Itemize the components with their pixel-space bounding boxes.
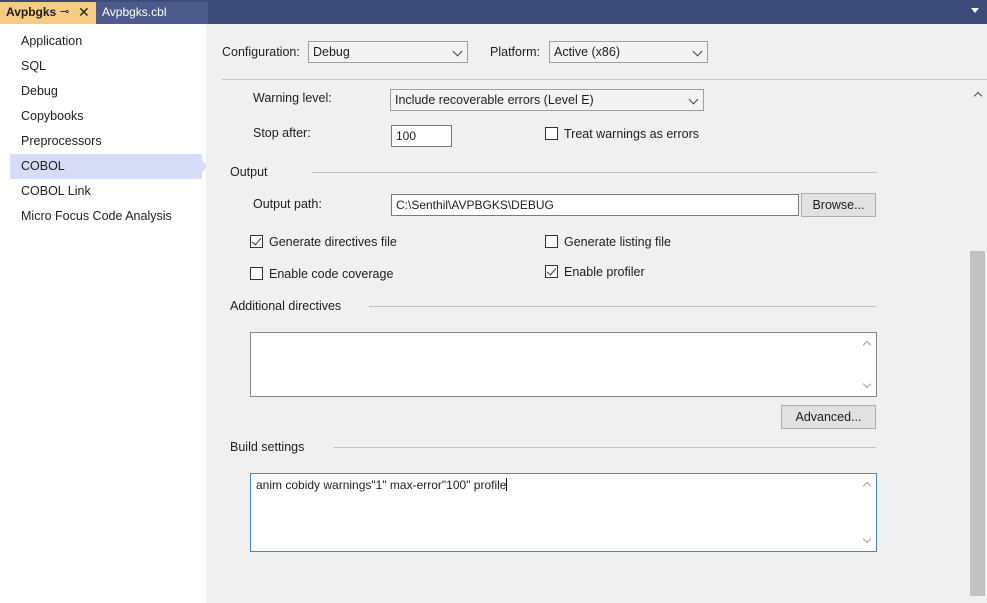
- stop-after-input[interactable]: 100: [391, 125, 452, 147]
- build-settings-title: Build settings: [230, 440, 305, 454]
- stop-after-label: Stop after:: [253, 126, 311, 140]
- scroll-down-icon[interactable]: [862, 379, 872, 389]
- browse-button[interactable]: Browse...: [801, 193, 876, 217]
- tab-label: Avpbgks: [6, 5, 57, 19]
- build-settings-divider: [334, 447, 876, 448]
- warning-level-label: Warning level:: [253, 91, 332, 105]
- chevron-down-icon: [692, 46, 703, 57]
- scroll-up-icon[interactable]: [862, 340, 872, 350]
- sidebar-item-preprocessors[interactable]: Preprocessors: [10, 129, 202, 154]
- sidebar-item-application[interactable]: Application: [10, 29, 202, 54]
- treat-warnings-label: Treat warnings as errors: [564, 127, 699, 141]
- warning-level-select[interactable]: Include recoverable errors (Level E): [390, 89, 704, 111]
- chevron-down-icon: [452, 46, 463, 57]
- code-coverage-label: Enable code coverage: [269, 267, 394, 281]
- treat-warnings-checkbox[interactable]: [545, 127, 558, 140]
- scroll-up-icon[interactable]: [862, 481, 872, 491]
- generate-directives-label: Generate directives file: [269, 235, 397, 249]
- text-caret: [506, 478, 508, 491]
- tab-avpbgks-cbl[interactable]: Avpbgks.cbl: [96, 2, 208, 24]
- document-tab-strip: Avpbgks ⊸ ✕ Avpbgks.cbl: [0, 0, 987, 24]
- chevron-down-icon: [688, 94, 699, 105]
- scroll-up-icon[interactable]: [973, 91, 983, 101]
- additional-directives-divider: [369, 306, 876, 307]
- properties-sidebar: Application SQL Debug Copybooks Preproce…: [0, 24, 208, 603]
- configuration-value: Debug: [313, 45, 350, 59]
- pin-icon[interactable]: ⊸: [60, 2, 69, 23]
- textarea-scrollbar[interactable]: [859, 333, 876, 396]
- warning-level-value: Include recoverable errors (Level E): [395, 93, 594, 107]
- textarea-scrollbar[interactable]: [859, 474, 876, 551]
- advanced-button[interactable]: Advanced...: [781, 405, 876, 429]
- close-icon[interactable]: ✕: [78, 2, 90, 23]
- output-path-label: Output path:: [253, 197, 322, 211]
- generate-listing-checkbox[interactable]: [545, 235, 558, 248]
- configuration-label: Configuration:: [222, 45, 300, 59]
- page-scrollbar[interactable]: [969, 86, 987, 603]
- platform-value: Active (x86): [554, 45, 620, 59]
- sidebar-item-code-analysis[interactable]: Micro Focus Code Analysis: [10, 204, 202, 229]
- enable-profiler-label: Enable profiler: [564, 265, 645, 279]
- output-section-title: Output: [230, 165, 268, 179]
- output-divider: [312, 172, 877, 173]
- additional-directives-textarea[interactable]: [250, 332, 877, 397]
- header-divider: [222, 79, 987, 80]
- tab-label: Avpbgks.cbl: [102, 5, 167, 19]
- build-settings-textarea[interactable]: anim cobidy warnings"1" max-error"100" p…: [250, 473, 877, 552]
- sidebar-item-debug[interactable]: Debug: [10, 79, 202, 104]
- sidebar-item-sql[interactable]: SQL: [10, 54, 202, 79]
- scrollbar-thumb[interactable]: [970, 251, 985, 596]
- configuration-select[interactable]: Debug: [308, 41, 468, 63]
- generate-listing-label: Generate listing file: [564, 235, 672, 249]
- sidebar-item-cobol[interactable]: COBOL: [10, 154, 208, 179]
- generate-directives-checkbox[interactable]: [250, 235, 263, 248]
- sidebar-item-cobol-link[interactable]: COBOL Link: [10, 179, 202, 204]
- platform-label: Platform:: [490, 45, 541, 59]
- scroll-down-icon[interactable]: [862, 534, 872, 544]
- cobol-properties-panel: Configuration: Debug Platform: Active (x…: [206, 24, 987, 603]
- tab-overflow-dropdown-icon[interactable]: [971, 8, 979, 13]
- output-path-input[interactable]: C:\Senthil\AVPBGKS\DEBUG: [391, 194, 799, 216]
- additional-directives-title: Additional directives: [230, 299, 342, 313]
- platform-select[interactable]: Active (x86): [549, 41, 708, 63]
- sidebar-item-copybooks[interactable]: Copybooks: [10, 104, 202, 129]
- tab-avpbgks[interactable]: Avpbgks ⊸ ✕: [0, 2, 96, 24]
- enable-profiler-checkbox[interactable]: [545, 265, 558, 278]
- build-settings-value: anim cobidy warnings"1" max-error"100" p…: [256, 478, 508, 492]
- code-coverage-checkbox[interactable]: [250, 267, 263, 280]
